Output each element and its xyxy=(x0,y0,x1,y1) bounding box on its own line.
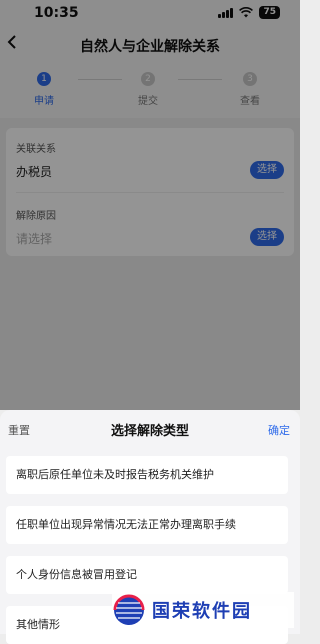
watermark-logo-icon xyxy=(113,594,145,625)
watermark: 国荣软件园 xyxy=(112,592,294,628)
option-item[interactable]: 离职后原任单位未及时报告税务机关维护 xyxy=(6,456,288,494)
option-item[interactable]: 个人身份信息被冒用登记 xyxy=(6,556,288,594)
sheet-header: 重置 选择解除类型 确定 xyxy=(0,410,300,448)
sheet-title: 选择解除类型 xyxy=(110,424,189,439)
option-item[interactable]: 任职单位出现异常情况无法正常办理离职手续 xyxy=(6,506,288,544)
confirm-button[interactable]: 确定 xyxy=(268,422,290,438)
modal-overlay[interactable] xyxy=(0,0,300,410)
watermark-text: 国荣软件园 xyxy=(152,601,252,622)
